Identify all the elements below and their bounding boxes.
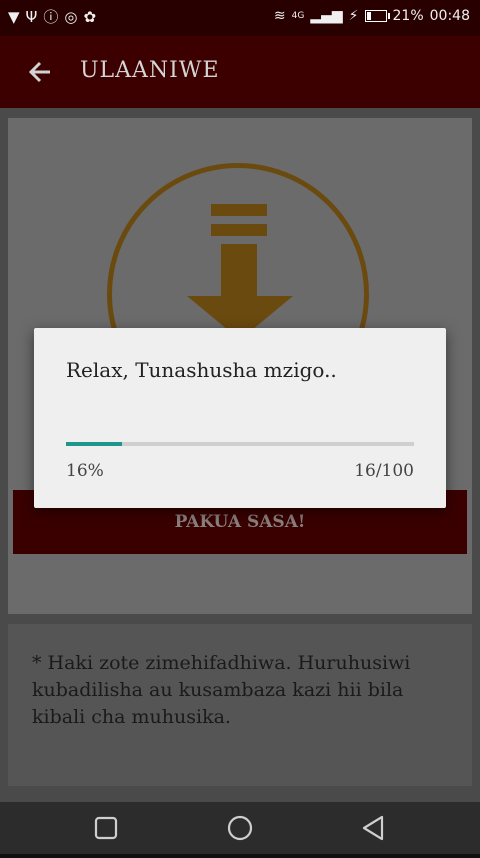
- page-title: ULAANIWE: [80, 58, 220, 83]
- progress-bar: [66, 442, 414, 446]
- download-arrow-icon: [187, 204, 293, 340]
- signal-app-icon: ▼: [8, 8, 26, 26]
- back-button[interactable]: [22, 54, 58, 90]
- status-right: ≋ 4G ▂▄▆ ⚡ 21% 00:48: [274, 8, 470, 24]
- notice-text: * Haki zote zimehifadhiwa. Huruhusiwi ku…: [32, 652, 411, 728]
- recents-icon: [94, 816, 118, 840]
- arrow-left-icon: [28, 61, 50, 83]
- battery-percent: 21%: [392, 8, 424, 24]
- hotspot-icon: ◎: [64, 8, 84, 26]
- back-triangle-icon: [362, 815, 384, 841]
- progress-count: 16/100: [354, 461, 414, 481]
- navigation-bar: [0, 802, 480, 854]
- usb-icon: Ψ: [25, 8, 44, 26]
- wifi-icon: ≋: [273, 8, 286, 24]
- progress-percent: 16%: [66, 461, 104, 481]
- copyright-notice: * Haki zote zimehifadhiwa. Huruhusiwi ku…: [8, 624, 472, 786]
- android-icon: ✿: [83, 8, 103, 26]
- charging-icon: ⚡: [348, 8, 359, 24]
- network-type: 4G: [291, 11, 305, 21]
- home-icon: [227, 815, 253, 841]
- status-bar: ▼Ψⓘ◎✿ ≋ 4G ▂▄▆ ⚡ 21% 00:48: [0, 0, 480, 36]
- dialog-message: Relax, Tunashusha mzigo..: [66, 358, 337, 382]
- status-time: 00:48: [429, 8, 470, 24]
- battery-icon: [364, 10, 390, 22]
- signal-icon: ▂▄▆: [310, 8, 343, 24]
- progress-dialog: Relax, Tunashusha mzigo.. 16% 16/100: [34, 328, 446, 508]
- recents-button[interactable]: [76, 802, 136, 854]
- nav-back-button[interactable]: [344, 802, 404, 854]
- app-bar: ULAANIWE: [0, 36, 480, 108]
- home-button[interactable]: [210, 802, 270, 854]
- bolt-circle-icon: ⓘ: [43, 8, 65, 26]
- status-left-icons: ▼Ψⓘ◎✿: [8, 6, 102, 27]
- progress-fill: [66, 442, 122, 446]
